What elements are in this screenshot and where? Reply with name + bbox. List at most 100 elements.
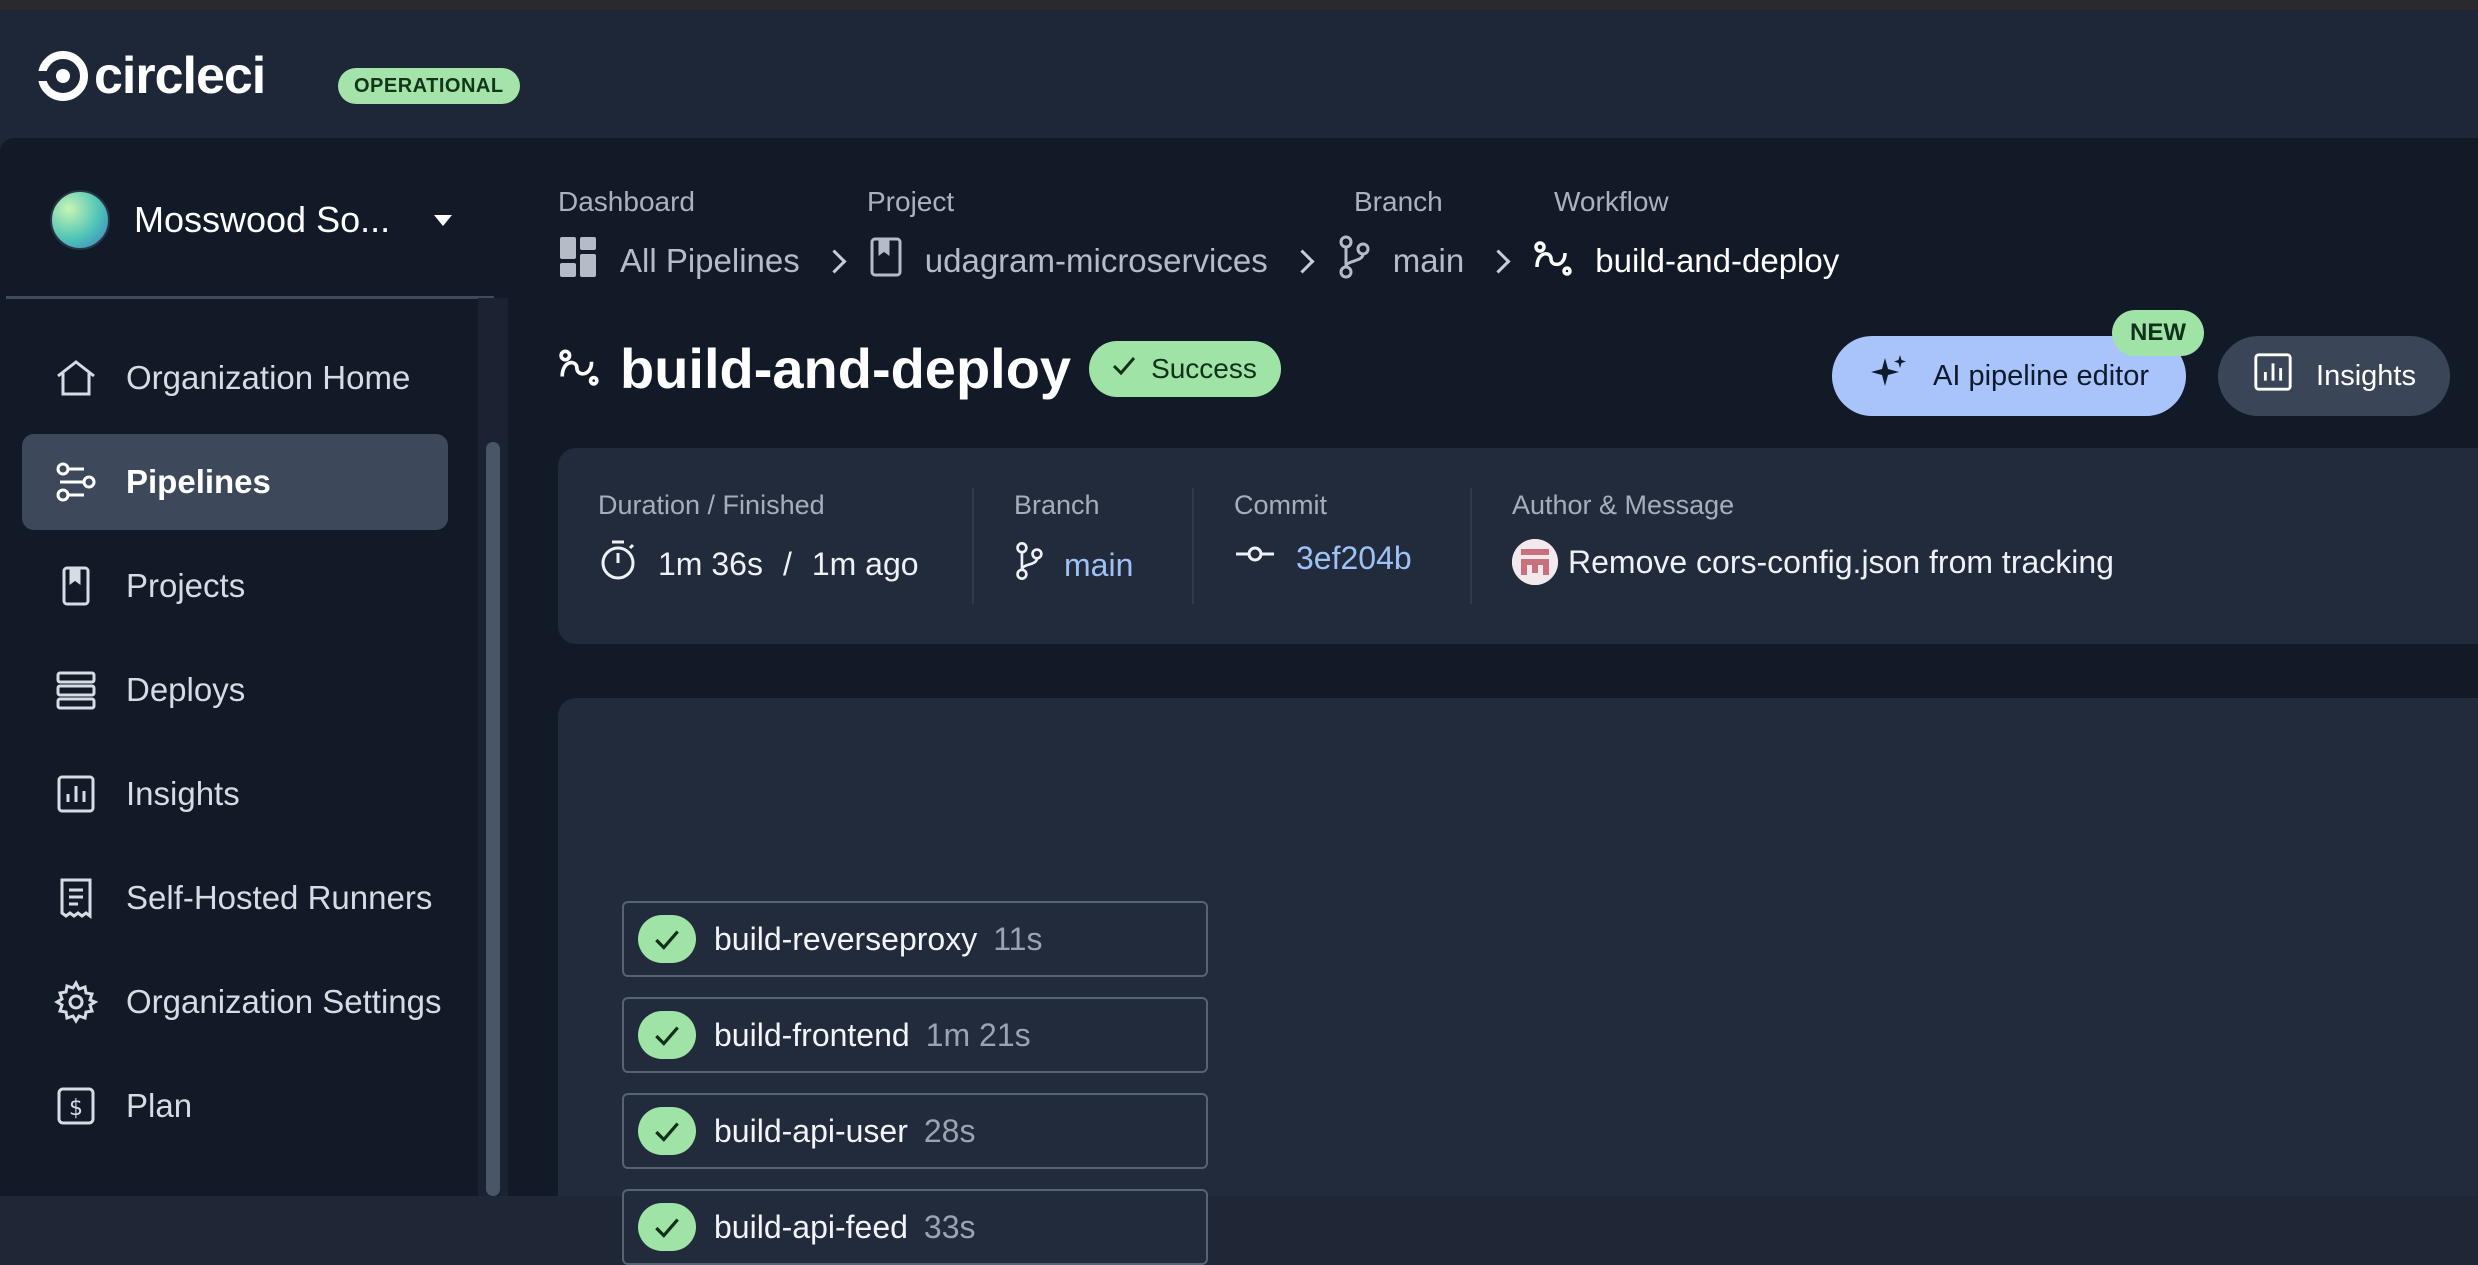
job-duration: 33s — [923, 1208, 976, 1245]
job-card[interactable]: build-frontend 1m 21s — [622, 997, 1208, 1073]
sidebar-item-label: Plan — [126, 1087, 193, 1124]
breadcrumb: All Pipelines udagram-microservices main… — [558, 235, 1839, 287]
workflow-graph: build-reverseproxy 11s build-frontend 1m… — [558, 698, 2478, 1265]
status-text: Success — [1151, 352, 1257, 384]
chart-icon — [54, 772, 98, 816]
deploys-icon — [54, 668, 98, 712]
check-icon — [1109, 350, 1139, 387]
summary-divider — [1192, 488, 1194, 604]
breadcrumb-all-pipelines[interactable]: All Pipelines — [558, 235, 800, 287]
job-card[interactable]: build-api-user 28s — [622, 1093, 1208, 1169]
branch-icon — [1337, 235, 1371, 287]
job-card[interactable]: build-reverseproxy 11s — [622, 901, 1208, 977]
summary-divider — [1470, 488, 1472, 604]
sidebar-item-organization-home[interactable]: Organization Home — [22, 330, 448, 426]
sidebar-divider — [6, 296, 494, 299]
sidebar-item-organization-settings[interactable]: Organization Settings — [22, 954, 448, 1050]
breadcrumb-label-workflow: Workflow — [1554, 186, 1669, 217]
sidebar-item-projects[interactable]: Projects — [22, 538, 448, 634]
commit-message[interactable]: Remove cors-config.json from tracking — [1568, 544, 2114, 581]
operational-status-badge[interactable]: OPERATIONAL — [338, 68, 520, 104]
gear-icon — [54, 980, 98, 1024]
status-badge: Success — [1089, 340, 1281, 397]
sidebar-nav: Organization Home Pipelines Projects Dep… — [22, 330, 448, 1162]
breadcrumb-text: build-and-deploy — [1595, 242, 1840, 279]
sidebar-item-insights[interactable]: Insights — [22, 746, 448, 842]
sidebar-item-plan[interactable]: $ Plan — [22, 1058, 448, 1154]
branch-value: main — [1014, 539, 1133, 591]
success-check-icon — [638, 915, 696, 963]
duration-section: Duration / Finished 1m 36s / 1m ago — [598, 490, 919, 589]
breadcrumb-workflow[interactable]: build-and-deploy — [1533, 237, 1839, 285]
commit-label: Commit — [1234, 490, 1327, 520]
branch-icon — [1014, 539, 1044, 591]
job-name: build-api-feed — [714, 1208, 908, 1245]
breadcrumb-label-branch: Branch — [1354, 186, 1443, 217]
branch-section: Branch main — [1014, 490, 1133, 591]
sparkles-icon — [1869, 352, 1909, 400]
job-name: build-frontend — [714, 1016, 910, 1053]
duration-separator: / — [782, 545, 792, 582]
sidebar-item-label: Self-Hosted Runners — [126, 879, 433, 916]
commit-section: Commit 3ef204b — [1234, 490, 1412, 577]
commit-link[interactable]: 3ef204b — [1296, 540, 1412, 577]
new-badge: NEW — [2112, 310, 2204, 356]
sidebar-item-deploys[interactable]: Deploys — [22, 642, 448, 738]
circleci-logo[interactable]: circleci — [38, 47, 266, 105]
page-title: build-and-deploy — [620, 337, 1072, 400]
success-check-icon — [638, 1107, 696, 1155]
breadcrumb-project[interactable]: udagram-microservices — [869, 237, 1268, 285]
sidebar-scrollbar[interactable] — [478, 298, 508, 1196]
caret-down-icon — [434, 214, 453, 226]
main-content: Dashboard Project Branch Workflow All Pi… — [558, 138, 2478, 1265]
sidebar-item-pipelines[interactable]: Pipelines — [22, 434, 448, 530]
workflow-icon — [1533, 237, 1573, 285]
commit-icon — [1234, 539, 1276, 577]
logo-text: circleci — [94, 47, 266, 105]
breadcrumb-labels: Dashboard Project Branch Workflow — [558, 186, 1958, 222]
commit-value: 3ef204b — [1234, 539, 1412, 577]
branch-link[interactable]: main — [1064, 547, 1133, 584]
job-card[interactable]: build-api-feed 33s — [622, 1189, 1208, 1265]
job-duration: 28s — [923, 1112, 976, 1149]
author-value: Remove cors-config.json from tracking — [1512, 539, 2114, 585]
app-shell: Mosswood So... Organization Home Pipelin… — [0, 138, 2478, 1265]
duration-value: 1m 36s / 1m ago — [598, 539, 919, 589]
top-bar: circleci OPERATIONAL — [0, 10, 2478, 138]
sidebar-item-label: Deploys — [126, 671, 246, 708]
ai-button-label: AI pipeline editor — [1932, 359, 2150, 392]
breadcrumb-text: main — [1392, 242, 1465, 279]
success-check-icon — [638, 1203, 696, 1251]
dashboard-icon — [558, 235, 598, 287]
finished-text: 1m ago — [811, 545, 919, 582]
chevron-right-icon — [1290, 248, 1315, 274]
job-duration: 11s — [993, 920, 1043, 957]
org-switcher[interactable]: Mosswood So... — [50, 190, 453, 250]
workflow-icon — [558, 345, 600, 392]
breadcrumb-text: udagram-microservices — [924, 242, 1268, 279]
avatar — [1512, 539, 1558, 585]
sidebar: Mosswood So... Organization Home Pipelin… — [0, 138, 508, 1196]
chart-icon — [2252, 351, 2294, 401]
breadcrumb-label-project: Project — [867, 186, 955, 217]
sidebar-item-self-hosted-runners[interactable]: Self-Hosted Runners — [22, 850, 448, 946]
stopwatch-icon — [598, 539, 638, 589]
job-duration: 1m 21s — [925, 1016, 1031, 1053]
chevron-right-icon — [1486, 248, 1511, 274]
dollar-icon: $ — [54, 1084, 98, 1128]
success-check-icon — [638, 1011, 696, 1059]
breadcrumb-branch[interactable]: main — [1337, 235, 1465, 287]
sidebar-item-label: Organization Settings — [126, 983, 442, 1020]
insights-button[interactable]: Insights — [2218, 336, 2450, 416]
author-section: Author & Message Remove cors-config.json… — [1512, 490, 2114, 585]
scrollbar-thumb[interactable] — [486, 442, 500, 1196]
circleci-logo-icon — [38, 51, 88, 101]
sidebar-item-label: Organization Home — [126, 359, 411, 396]
workflow-summary: Duration / Finished 1m 36s / 1m ago Bran… — [558, 448, 2478, 644]
duration-label: Duration / Finished — [598, 490, 825, 520]
breadcrumb-label-dashboard: Dashboard — [558, 186, 695, 217]
bookmark-icon — [869, 237, 903, 285]
breadcrumb-text: All Pipelines — [620, 242, 800, 279]
org-avatar — [50, 190, 110, 250]
workflow-header: build-and-deploy Success — [558, 336, 1281, 401]
